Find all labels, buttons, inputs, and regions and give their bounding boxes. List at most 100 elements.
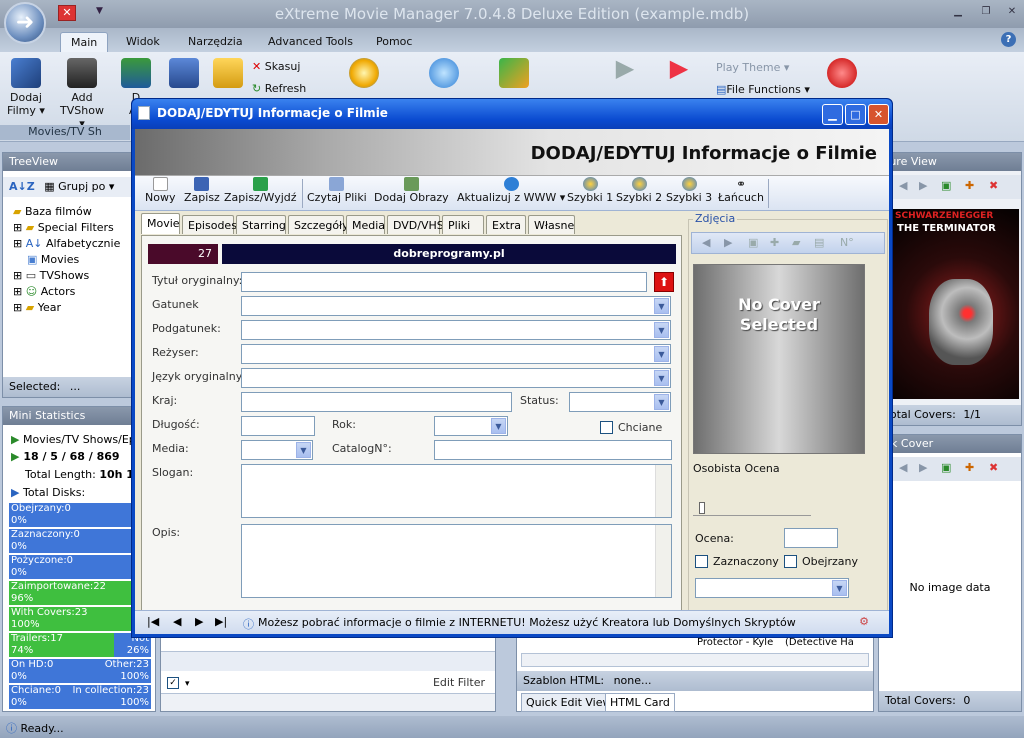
tab-html-card[interactable]: HTML Card bbox=[605, 693, 675, 712]
kraj-input[interactable] bbox=[241, 392, 512, 412]
szablon-value[interactable]: none... bbox=[614, 674, 652, 687]
prev-icon[interactable]: ◀ bbox=[702, 236, 710, 249]
quick-access-dropdown-icon[interactable]: ▼ bbox=[96, 6, 103, 16]
group-by-button[interactable]: ▦ Grupj po ▾ bbox=[44, 180, 114, 193]
filter-dropdown-icon[interactable]: ▾ bbox=[185, 679, 190, 689]
aktualizuj-www-button[interactable]: Aktualizuj z WWW ▾ bbox=[457, 177, 565, 204]
tree-item-actors[interactable]: ⊞ ☺ Actors bbox=[13, 285, 75, 298]
tab-szczegoly[interactable]: Szczegóły bbox=[288, 215, 349, 234]
szybki-3-button[interactable]: Szybki 3 bbox=[666, 177, 712, 204]
tree-item-alfabetycznie[interactable]: ⊞ A↓ Alfabetycznie bbox=[13, 237, 120, 250]
edit-filter-link[interactable]: Edit Filter bbox=[433, 676, 485, 689]
add-movie-button[interactable]: Dodaj Filmy ▾ bbox=[6, 58, 46, 117]
add-image-icon[interactable]: ✚ bbox=[965, 461, 974, 474]
lightning-button[interactable] bbox=[346, 58, 382, 91]
ribbon-tab-widok[interactable]: Widok bbox=[116, 32, 170, 52]
settings-icon[interactable]: ⚙ bbox=[859, 615, 869, 628]
next-record-icon[interactable]: ▶ bbox=[195, 615, 203, 628]
open-folder-button[interactable] bbox=[208, 58, 248, 91]
rezyser-select[interactable]: ▼ bbox=[241, 344, 671, 364]
tab-wlasne[interactable]: Własne bbox=[528, 215, 575, 234]
play-theme-button[interactable]: Play Theme ▾ bbox=[716, 61, 789, 74]
skasuj-button[interactable]: ✕ Skasuj bbox=[252, 60, 300, 73]
ribbon-tab-main[interactable]: Main bbox=[60, 32, 109, 52]
tree-item-movies[interactable]: ▣ Movies bbox=[27, 253, 79, 266]
szybki-2-button[interactable]: Szybki 2 bbox=[616, 177, 662, 204]
file-functions-button[interactable]: ▤File Functions ▾ bbox=[716, 83, 810, 96]
tree-item-year[interactable]: ⊞ ▰ Year bbox=[13, 301, 61, 314]
ribbon-tab-advanced-tools[interactable]: Advanced Tools bbox=[258, 32, 363, 52]
minimize-icon[interactable]: ▁ bbox=[950, 6, 966, 20]
ribbon-tab-pomoc[interactable]: Pomoc bbox=[366, 32, 422, 52]
exit-button[interactable] bbox=[824, 58, 860, 91]
add-tvshow-button[interactable]: Add TVShow ▾ bbox=[50, 58, 114, 130]
globe-button[interactable] bbox=[426, 58, 462, 91]
app-orb-button[interactable]: ➜ bbox=[4, 2, 46, 44]
arrow-up-icon[interactable]: ⬆ bbox=[654, 272, 674, 292]
tab-episodes[interactable]: Episodes bbox=[182, 215, 237, 234]
slogan-scrollbar[interactable] bbox=[655, 465, 671, 517]
prev-icon[interactable]: ◀ bbox=[899, 461, 907, 474]
last-record-icon[interactable]: ▶| bbox=[215, 615, 227, 628]
add-image-icon[interactable]: ✚ bbox=[965, 179, 974, 192]
filter-checkbox[interactable]: ✓ bbox=[167, 677, 179, 689]
delete-image-icon[interactable]: ✖ bbox=[989, 179, 998, 192]
dlugosc-input[interactable] bbox=[241, 416, 315, 436]
next-icon[interactable]: ▶ bbox=[919, 461, 927, 474]
prev-icon[interactable]: ◀ bbox=[899, 179, 907, 192]
zapisz-button[interactable]: Zapisz bbox=[184, 177, 220, 204]
list-scrollbar[interactable] bbox=[161, 693, 495, 711]
delete-image-icon[interactable]: ✖ bbox=[989, 461, 998, 474]
tab-extra[interactable]: Extra bbox=[486, 215, 526, 234]
slider-thumb[interactable] bbox=[699, 502, 705, 514]
obejrzany-checkbox[interactable] bbox=[784, 555, 797, 568]
czytaj-pliki-button[interactable]: Czytaj Pliki bbox=[307, 177, 367, 204]
image-icon[interactable]: ▣ bbox=[748, 236, 758, 249]
add-image-icon[interactable]: ✚ bbox=[770, 236, 779, 249]
close-icon[interactable]: ✕ bbox=[1004, 6, 1020, 20]
tab-starring[interactable]: Starring bbox=[236, 215, 286, 234]
first-record-icon[interactable]: |◀ bbox=[147, 615, 159, 628]
szybki-1-button[interactable]: Szybki 1 bbox=[567, 177, 613, 204]
dialog-close-icon[interactable]: ✕ bbox=[868, 104, 889, 125]
quick-access-close-icon[interactable]: ✕ bbox=[58, 5, 76, 21]
sync-button[interactable] bbox=[496, 58, 532, 91]
help-icon[interactable]: ? bbox=[1001, 32, 1016, 47]
opis-textarea[interactable] bbox=[241, 524, 672, 598]
save-ribbon-button[interactable] bbox=[166, 58, 202, 91]
refresh-button[interactable]: ↻ Refresh bbox=[252, 82, 306, 95]
next-icon[interactable]: ▶ bbox=[724, 236, 732, 249]
folder-icon[interactable]: ▰ bbox=[792, 236, 800, 249]
zapisz-wyjdz-button[interactable]: Zapisz/Wyjdź bbox=[224, 177, 297, 204]
opis-scrollbar[interactable] bbox=[655, 525, 671, 597]
catalog-input[interactable] bbox=[434, 440, 672, 460]
play-red-button[interactable]: ▶ bbox=[666, 56, 692, 80]
dialog-minimize-icon[interactable]: ▁ bbox=[822, 104, 843, 125]
zdjecia-select[interactable]: ▼ bbox=[695, 578, 849, 598]
tree-item-root[interactable]: ▰ Baza filmów bbox=[13, 205, 92, 218]
ribbon-tab-narzedzia[interactable]: Narzędzia bbox=[178, 32, 253, 52]
sort-az-icon[interactable]: A↓Z bbox=[9, 180, 35, 193]
tab-pliki[interactable]: Pliki bbox=[442, 215, 484, 234]
media-select[interactable]: ▼ bbox=[241, 440, 313, 460]
tytul-input[interactable] bbox=[241, 272, 647, 292]
film-icon[interactable]: ▤ bbox=[814, 236, 824, 249]
play-button[interactable]: ▶ bbox=[612, 56, 638, 80]
dialog-maximize-icon[interactable]: □ bbox=[845, 104, 866, 125]
image-icon[interactable]: ▣ bbox=[941, 461, 951, 474]
chciane-checkbox[interactable] bbox=[600, 421, 613, 434]
next-icon[interactable]: ▶ bbox=[919, 179, 927, 192]
dodaj-obrazy-button[interactable]: Dodaj Obrazy bbox=[374, 177, 449, 204]
slogan-textarea[interactable] bbox=[241, 464, 672, 518]
tab-quick-edit-view[interactable]: Quick Edit View bbox=[521, 693, 617, 712]
tree-item-special-filters[interactable]: ⊞ ▰ Special Filters bbox=[13, 221, 114, 234]
restore-icon[interactable]: ❐ bbox=[978, 6, 994, 20]
tree-item-tvshows[interactable]: ⊞ ▭ TVShows bbox=[13, 269, 89, 282]
gatunek-select[interactable]: ▼ bbox=[241, 296, 671, 316]
nowy-button[interactable]: Nowy bbox=[145, 177, 175, 204]
rok-select[interactable]: ▼ bbox=[434, 416, 508, 436]
rating-slider[interactable] bbox=[693, 500, 811, 516]
tab-movie[interactable]: Movie bbox=[141, 213, 180, 234]
prev-record-icon[interactable]: ◀ bbox=[173, 615, 181, 628]
lancuch-button[interactable]: ⚭ Łańcuch bbox=[718, 177, 764, 204]
